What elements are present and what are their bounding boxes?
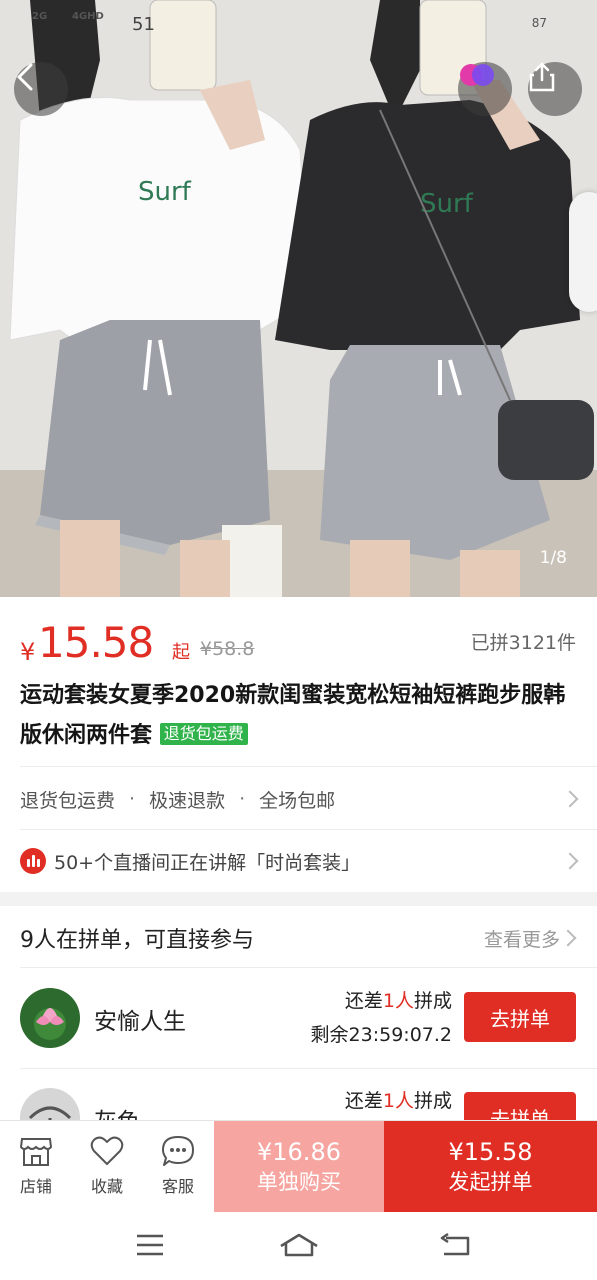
chevron-left-icon (17, 63, 33, 91)
chevron-right-icon (561, 790, 579, 808)
share-button[interactable] (528, 62, 582, 116)
start-group-price: ¥15.58 (448, 1138, 533, 1166)
countdown-timer: 剩余23:59:07.2 (310, 1024, 452, 1046)
members-needed: 还差1人拼成 (344, 990, 452, 1012)
product-title-text: 运动套装女夏季2020新款闺蜜装宽松短袖短裤跑步服韩版休闲两件套 (20, 683, 566, 748)
signal-2g-icon: 2G (32, 11, 48, 22)
favorite-label: 收藏 (90, 1177, 123, 1196)
back-button[interactable] (14, 62, 68, 116)
members-needed: 还差1人拼成 (344, 1090, 452, 1112)
group-buy-header: 9人在拼单，可直接参与 查看更多 (20, 910, 580, 966)
side-float-tab[interactable] (569, 192, 597, 312)
buy-alone-price: ¥16.86 (257, 1138, 341, 1166)
live-stream-row[interactable]: 50+个直播间正在讲解「时尚套装」 (20, 832, 580, 890)
battery-indicator: 87 (531, 16, 547, 30)
store-button[interactable]: 店铺 (6, 1135, 66, 1197)
free-return-tag: 退货包运费 (159, 723, 248, 745)
store-label: 店铺 (19, 1177, 52, 1196)
app-logo-button[interactable] (458, 62, 512, 116)
section-gap (0, 892, 597, 906)
see-more-link[interactable]: 查看更多 (484, 925, 560, 952)
chat-icon (162, 1136, 194, 1166)
lotus-avatar-image (20, 988, 80, 1048)
service-free-shipping: 全场包邮 (259, 789, 336, 812)
live-icon (20, 848, 46, 874)
group-list-item: 安愉人生 还差1人拼成 剩余23:59:07.2 去拼单 (20, 968, 580, 1068)
sold-count: 已拼3121件 (470, 632, 576, 654)
heart-icon (90, 1136, 124, 1165)
customer-service-label: 客服 (161, 1177, 194, 1196)
svg-text:Surf: Surf (420, 189, 474, 219)
live-stream-text: 50+个直播间正在讲解「时尚套装」 (54, 851, 361, 874)
image-pager: 1/8 (539, 548, 567, 568)
menu-icon[interactable] (134, 1232, 166, 1258)
join-group-button[interactable]: 去拼单 (464, 992, 576, 1042)
separator: · (129, 788, 136, 810)
chevron-right-icon (561, 852, 579, 870)
bottom-action-bar: 店铺 收藏 客服 ¥16.86 单独购买 ¥15.58 发起拼单 (0, 1120, 597, 1213)
product-image-carousel[interactable]: Surf Surf 2G 4GHD 51 87 1/8 (0, 0, 597, 597)
back-nav-icon[interactable] (438, 1232, 472, 1258)
clock: 51 (132, 14, 155, 35)
status-bar: 2G 4GHD 51 87 (0, 8, 597, 38)
svg-text:Surf: Surf (138, 177, 192, 207)
price-row: ¥ 15.58 起 ¥58.8 已拼3121件 (20, 618, 580, 668)
start-group-label: 发起拼单 (448, 1170, 533, 1194)
home-icon[interactable] (278, 1232, 320, 1258)
group-buy-title: 9人在拼单，可直接参与 (20, 928, 254, 953)
favorite-button[interactable]: 收藏 (77, 1135, 137, 1197)
signal-4g-icon: 4GHD (72, 11, 104, 22)
avatar (20, 988, 80, 1048)
start-group-button[interactable]: ¥15.58 发起拼单 (384, 1121, 597, 1213)
service-row[interactable]: 退货包运费 · 极速退款 · 全场包邮 (20, 770, 580, 828)
separator: · (239, 788, 246, 810)
service-fast-refund: 极速退款 (149, 789, 226, 812)
buy-alone-label: 单独购买 (257, 1170, 341, 1194)
group-leader-name: 安愉人生 (94, 1009, 186, 1035)
share-icon (529, 62, 555, 92)
divider (20, 829, 597, 830)
divider (20, 766, 597, 767)
service-free-return: 退货包运费 (20, 789, 116, 812)
heart-logo-icon (460, 64, 494, 86)
chevron-right-icon (559, 929, 577, 947)
price-suffix: 起 (172, 642, 190, 663)
group-price: 15.58 (38, 618, 154, 667)
system-navigation-bar (0, 1212, 597, 1280)
original-price: ¥58.8 (200, 638, 255, 660)
product-title: 运动套装女夏季2020新款闺蜜装宽松短袖短裤跑步服韩版休闲两件套 退货包运费 (20, 676, 580, 756)
currency-symbol: ¥ (20, 638, 36, 666)
buy-alone-button[interactable]: ¥16.86 单独购买 (214, 1121, 384, 1213)
store-icon (19, 1138, 53, 1166)
customer-service-button[interactable]: 客服 (148, 1135, 208, 1197)
